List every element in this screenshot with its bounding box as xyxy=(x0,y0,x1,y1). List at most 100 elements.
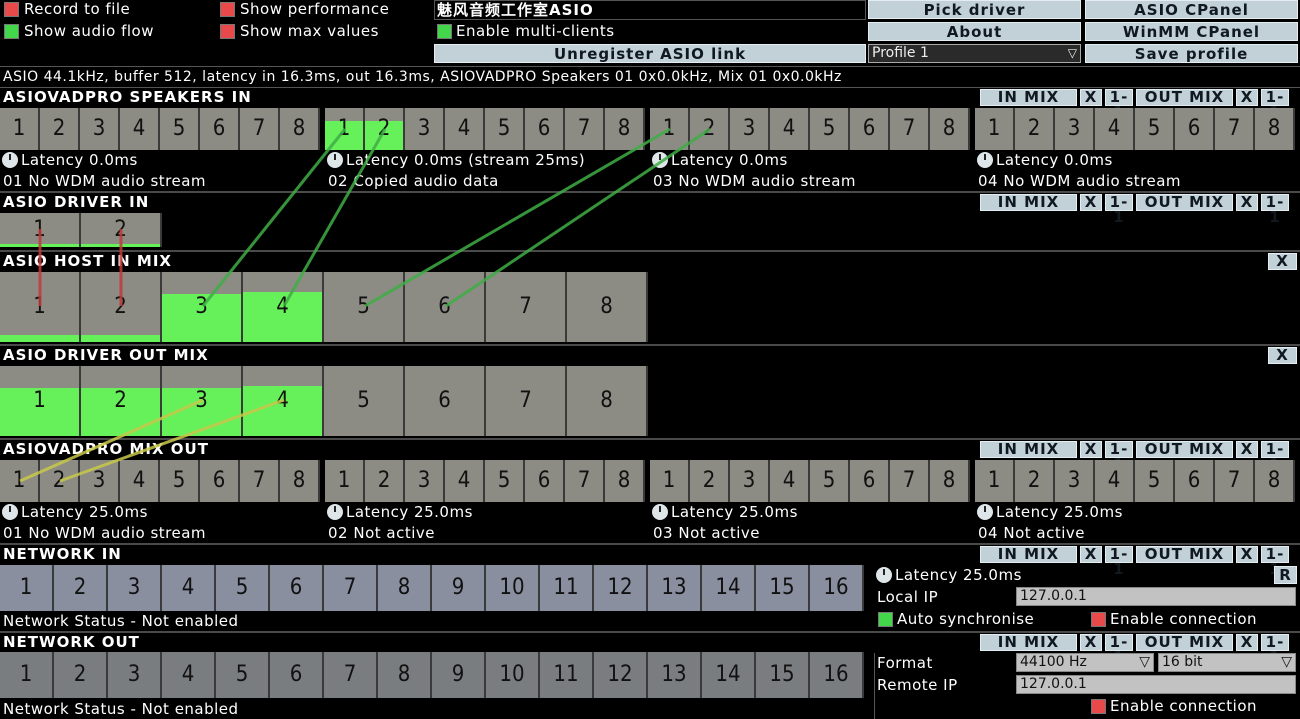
remote-ip-input[interactable]: 127.0.0.1 xyxy=(1016,675,1296,694)
channel-cell[interactable]: 12 xyxy=(594,565,648,611)
channel-cell[interactable]: 6 xyxy=(1175,108,1215,150)
channel-cell[interactable]: 1 xyxy=(0,108,40,150)
mix-out-in-mix-button[interactable]: IN MIX xyxy=(980,441,1077,458)
channel-cell[interactable]: 4 xyxy=(1095,108,1135,150)
channel-cell[interactable]: 8 xyxy=(605,460,645,502)
channel-cell[interactable]: 1 xyxy=(650,460,690,502)
channel-cell[interactable]: 2 xyxy=(40,108,80,150)
channel-cell[interactable]: 5 xyxy=(810,460,850,502)
channel-cell[interactable]: 3 xyxy=(162,366,243,436)
channel-cell[interactable]: 14 xyxy=(702,652,756,698)
show-audio-flow-checkbox[interactable] xyxy=(4,24,19,39)
channel-cell[interactable]: 7 xyxy=(240,108,280,150)
driver-in-one-to-one-button[interactable]: 1-1 xyxy=(1105,194,1133,225)
channel-cell[interactable]: 7 xyxy=(240,460,280,502)
channel-cell[interactable]: 3 xyxy=(108,565,162,611)
channel-cell[interactable]: 5 xyxy=(485,460,525,502)
speakers-in-close-button[interactable]: X xyxy=(1236,89,1258,106)
channel-cell[interactable]: 6 xyxy=(850,460,890,502)
channel-cell[interactable]: 2 xyxy=(1015,460,1055,502)
channel-cell[interactable]: 6 xyxy=(850,108,890,150)
network-in-one-to-one-button[interactable]: 1-1 xyxy=(1105,546,1133,577)
mix-out-close-button[interactable]: X xyxy=(1080,441,1102,458)
channel-cell[interactable]: 4 xyxy=(120,460,160,502)
channel-cell[interactable]: 9 xyxy=(432,652,486,698)
channel-cell[interactable]: 1 xyxy=(325,108,365,150)
channel-cell[interactable]: 2 xyxy=(365,108,405,150)
channel-cell[interactable]: 1 xyxy=(0,213,81,247)
channel-cell[interactable]: 7 xyxy=(486,366,567,436)
channel-cell[interactable]: 5 xyxy=(810,108,850,150)
channel-cell[interactable]: 3 xyxy=(1055,108,1095,150)
channel-cell[interactable]: 8 xyxy=(605,108,645,150)
channel-cell[interactable]: 5 xyxy=(160,460,200,502)
channel-cell[interactable]: 5 xyxy=(1135,108,1175,150)
channel-cell[interactable]: 1 xyxy=(0,565,54,611)
channel-cell[interactable]: 11 xyxy=(540,565,594,611)
speakers-in-one-to-one-button[interactable]: 1-1 xyxy=(1105,89,1133,120)
network-in-enable-checkbox[interactable] xyxy=(1091,612,1106,627)
channel-cell[interactable]: 4 xyxy=(1095,460,1135,502)
channel-cell[interactable]: 10 xyxy=(486,652,540,698)
channel-cell[interactable]: 11 xyxy=(540,652,594,698)
channel-cell[interactable]: 5 xyxy=(485,108,525,150)
channel-cell[interactable]: 1 xyxy=(0,460,40,502)
channel-cell[interactable]: 7 xyxy=(324,565,378,611)
channel-cell[interactable]: 4 xyxy=(120,108,160,150)
auto-synchronise-checkbox[interactable] xyxy=(878,612,893,627)
channel-cell[interactable]: 4 xyxy=(770,460,810,502)
channel-cell[interactable]: 4 xyxy=(445,108,485,150)
network-out-close-button[interactable]: X xyxy=(1236,634,1258,651)
channel-cell[interactable]: 7 xyxy=(1215,460,1255,502)
enable-multi-clients-checkbox[interactable] xyxy=(437,24,452,39)
channel-cell[interactable]: 8 xyxy=(1255,460,1295,502)
channel-cell[interactable]: 7 xyxy=(486,272,567,342)
channel-cell[interactable]: 3 xyxy=(108,652,162,698)
driver-out-mix-close-button[interactable]: X xyxy=(1268,347,1297,364)
network-out-close-button[interactable]: X xyxy=(1080,634,1102,651)
channel-cell[interactable]: 7 xyxy=(890,108,930,150)
channel-cell[interactable]: 4 xyxy=(243,272,324,342)
channel-cell[interactable]: 13 xyxy=(648,565,702,611)
channel-cell[interactable]: 2 xyxy=(81,366,162,436)
channel-cell[interactable]: 2 xyxy=(54,565,108,611)
speakers-in-in-mix-button[interactable]: IN MIX xyxy=(980,89,1077,106)
channel-cell[interactable]: 16 xyxy=(810,652,864,698)
channel-cell[interactable]: 13 xyxy=(648,652,702,698)
channel-cell[interactable]: 5 xyxy=(324,366,405,436)
mix-out-one-to-one-button[interactable]: 1-1 xyxy=(1261,441,1289,472)
channel-cell[interactable]: 1 xyxy=(325,460,365,502)
driver-in-out-mix-button[interactable]: OUT MIX xyxy=(1136,194,1233,211)
mix-out-out-mix-button[interactable]: OUT MIX xyxy=(1136,441,1233,458)
channel-cell[interactable]: 8 xyxy=(930,460,970,502)
channel-cell[interactable]: 8 xyxy=(280,460,320,502)
channel-cell[interactable]: 8 xyxy=(930,108,970,150)
channel-cell[interactable]: 7 xyxy=(1215,108,1255,150)
reset-button[interactable]: R xyxy=(1274,566,1297,584)
channel-cell[interactable]: 4 xyxy=(162,652,216,698)
channel-cell[interactable]: 6 xyxy=(200,108,240,150)
channel-cell[interactable]: 1 xyxy=(0,366,81,436)
channel-cell[interactable]: 3 xyxy=(405,108,445,150)
format-hz-select[interactable]: 44100 Hz ▽ xyxy=(1016,653,1154,672)
show-max-values-checkbox[interactable] xyxy=(220,24,235,39)
channel-cell[interactable]: 2 xyxy=(40,460,80,502)
channel-cell[interactable]: 6 xyxy=(1175,460,1215,502)
about-button[interactable]: About xyxy=(868,22,1081,41)
local-ip-input[interactable]: 127.0.0.1 xyxy=(1016,587,1296,606)
profile-select[interactable]: Profile 1 ▽ xyxy=(868,44,1081,63)
channel-cell[interactable]: 8 xyxy=(567,366,648,436)
channel-cell[interactable]: 1 xyxy=(975,108,1015,150)
channel-cell[interactable]: 3 xyxy=(1055,460,1095,502)
channel-cell[interactable]: 5 xyxy=(160,108,200,150)
save-profile-button[interactable]: Save profile xyxy=(1085,44,1298,63)
channel-cell[interactable]: 4 xyxy=(770,108,810,150)
channel-cell[interactable]: 5 xyxy=(324,272,405,342)
channel-cell[interactable]: 10 xyxy=(486,565,540,611)
channel-cell[interactable]: 2 xyxy=(365,460,405,502)
channel-cell[interactable]: 4 xyxy=(162,565,216,611)
channel-cell[interactable]: 3 xyxy=(730,460,770,502)
channel-cell[interactable]: 16 xyxy=(810,565,864,611)
host-in-mix-close-button[interactable]: X xyxy=(1268,253,1297,270)
channel-cell[interactable]: 7 xyxy=(565,108,605,150)
